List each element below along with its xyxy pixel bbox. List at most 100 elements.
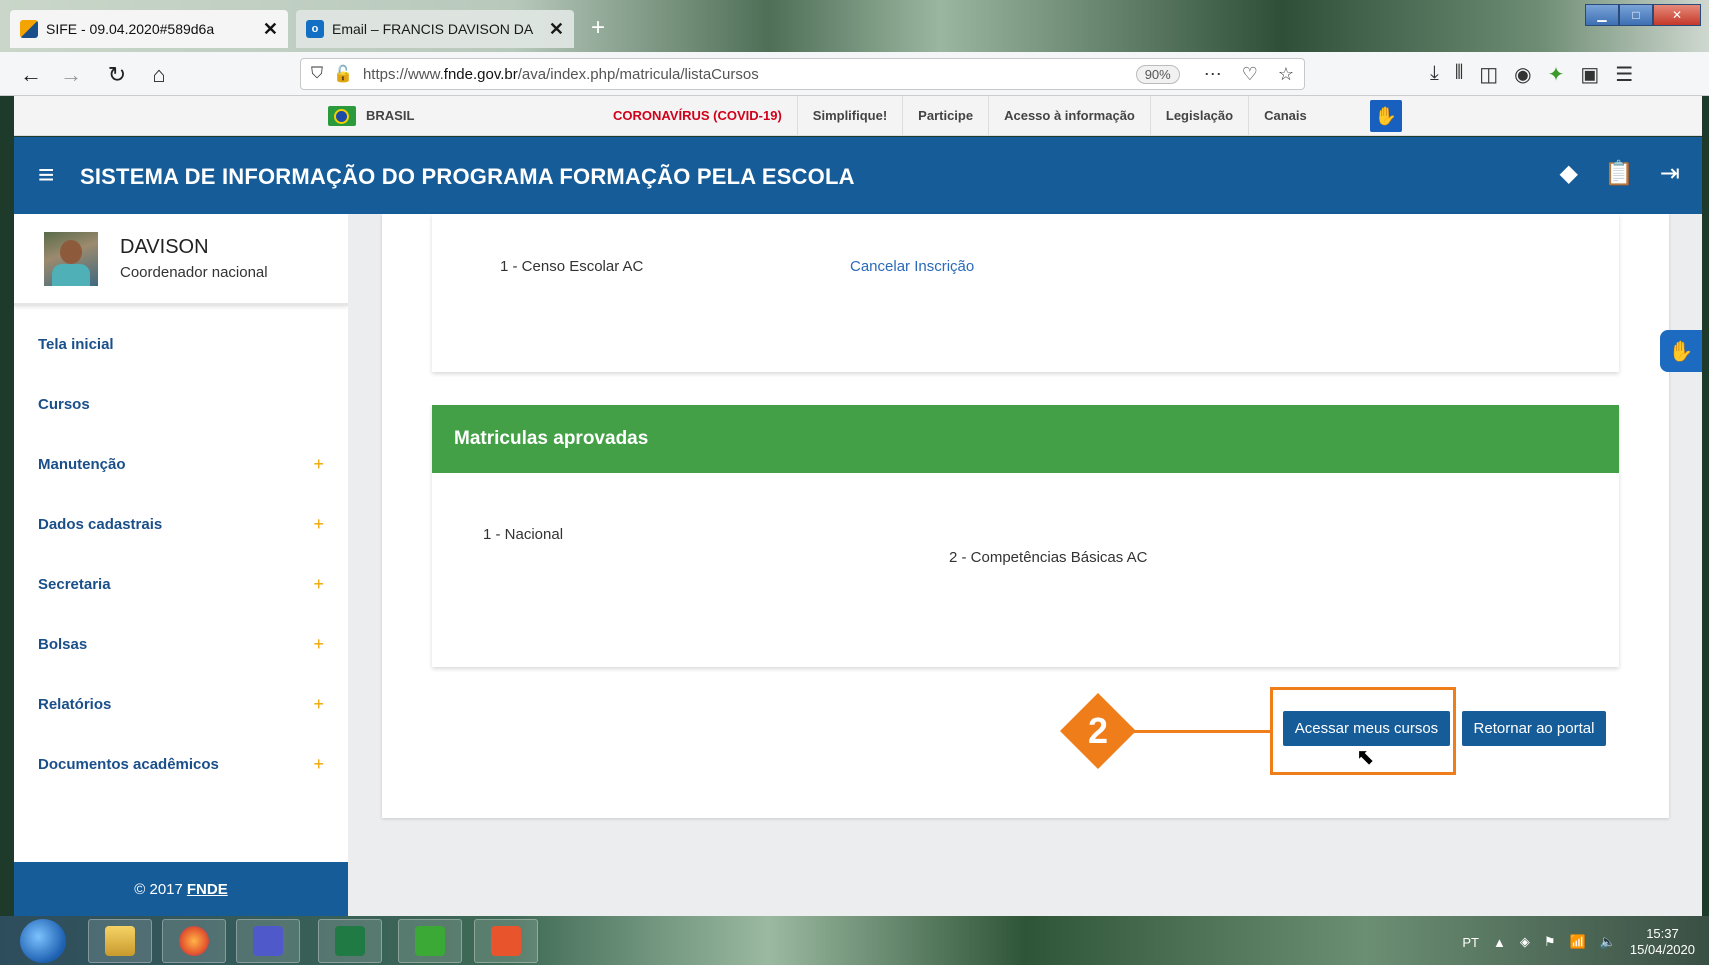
teams-icon[interactable]: [236, 919, 300, 963]
hamburger-menu-icon[interactable]: ☰: [1615, 62, 1633, 87]
sidebar: DAVISON Coordenador nacional Tela inicia…: [14, 214, 348, 916]
gov-link-legislacao[interactable]: Legislação: [1149, 96, 1248, 136]
sidebar-item-relatorios[interactable]: Relatórios +: [14, 674, 348, 734]
gov-link-canais[interactable]: Canais: [1248, 96, 1322, 136]
gift-icon[interactable]: ▣: [1580, 62, 1599, 87]
sife-favicon-icon: [20, 20, 38, 38]
shield-icon[interactable]: ⛉: [311, 65, 323, 83]
gov-link-participe[interactable]: Participe: [902, 96, 988, 136]
maximize-icon[interactable]: □: [1619, 4, 1653, 26]
sidebar-item-label: Cursos: [38, 395, 90, 413]
page-actions-icon[interactable]: ⋯: [1204, 64, 1222, 85]
user-profile: DAVISON Coordenador nacional: [14, 214, 348, 306]
network-icon[interactable]: 📶: [1570, 934, 1586, 950]
expand-plus-icon[interactable]: +: [313, 694, 324, 715]
expand-plus-icon[interactable]: +: [313, 454, 324, 475]
tab-email[interactable]: o Email – FRANCIS DAVISON DA ✕: [296, 10, 574, 48]
reload-icon[interactable]: ↻: [102, 60, 132, 90]
browser-toolbar: ← → ↻ ⌂ ⛉ 🔓 https://www.fnde.gov.br/ava/…: [0, 52, 1709, 96]
clock[interactable]: 15:37 15/04/2020: [1630, 926, 1695, 958]
step-marker: 2: [1060, 693, 1136, 769]
sidebar-item-label: Secretaria: [38, 575, 111, 593]
sidebar-item-label: Relatórios: [38, 695, 112, 713]
pocket-icon[interactable]: ♡: [1242, 64, 1258, 85]
sidebar-item-tela-inicial[interactable]: Tela inicial: [14, 314, 348, 374]
camtasia-green-icon[interactable]: [398, 919, 462, 963]
sidebar-item-label: Documentos acadêmicos: [38, 755, 219, 773]
extension-icon[interactable]: ✦: [1548, 62, 1565, 87]
sidebar-item-bolsas[interactable]: Bolsas +: [14, 614, 348, 674]
logout-icon[interactable]: ⇥: [1660, 159, 1680, 188]
copyright-text: © 2017: [134, 880, 183, 898]
close-tab-icon[interactable]: ✕: [263, 19, 278, 40]
expand-plus-icon[interactable]: +: [313, 514, 324, 535]
language-indicator[interactable]: PT: [1462, 935, 1479, 950]
user-name: DAVISON: [120, 236, 209, 258]
menu-toggle-icon[interactable]: ≡: [38, 159, 54, 191]
gov-link-simplifique[interactable]: Simplifique!: [796, 96, 902, 136]
url-text: https://www.fnde.gov.br/ava/index.php/ma…: [362, 65, 759, 83]
sidebar-nav: Tela inicial Cursos Manutenção + Dados ca…: [14, 306, 348, 794]
clipboard-icon[interactable]: 📋: [1604, 159, 1634, 188]
explorer-icon[interactable]: [88, 919, 152, 963]
address-bar[interactable]: ⛉ 🔓 https://www.fnde.gov.br/ava/index.ph…: [300, 58, 1305, 90]
tray-app-icon[interactable]: ◈: [1520, 934, 1530, 950]
os-taskbar: PT ▲ ◈ ⚑ 📶 🔈 15:37 15/04/2020: [0, 916, 1709, 965]
sidebar-item-cursos[interactable]: Cursos: [14, 374, 348, 434]
step-number: 2: [1088, 710, 1108, 751]
fnde-link[interactable]: FNDE: [187, 881, 228, 898]
camtasia-orange-icon[interactable]: [474, 919, 538, 963]
sidebar-footer: © 2017 FNDE: [14, 862, 348, 916]
tab-sife[interactable]: SIFE - 09.04.2020#589d6a ✕: [10, 10, 288, 48]
expand-plus-icon[interactable]: +: [313, 754, 324, 775]
outlook-favicon-icon: o: [306, 20, 324, 38]
return-portal-button[interactable]: Retornar ao portal: [1462, 711, 1606, 746]
sign-language-icon[interactable]: ✋: [1370, 100, 1402, 132]
minimize-icon[interactable]: ▁: [1585, 4, 1619, 26]
zoom-level[interactable]: 90%: [1135, 64, 1180, 84]
volume-icon[interactable]: 🔈: [1600, 934, 1616, 950]
downloads-icon[interactable]: ⤓: [1430, 62, 1439, 87]
home-icon[interactable]: ⌂: [144, 60, 174, 90]
library-icon[interactable]: ⫴: [1455, 62, 1463, 87]
sidebar-item-secretaria[interactable]: Secretaria +: [14, 554, 348, 614]
firefox-icon[interactable]: [162, 919, 226, 963]
tab-label: Email – FRANCIS DAVISON DA: [332, 21, 534, 37]
app-header: ≡ SISTEMA DE INFORMAÇÃO DO PROGRAMA FORM…: [14, 137, 1702, 214]
gov-link-covid[interactable]: CORONAVÍRUS (COVID-19): [598, 96, 797, 136]
lock-warning-icon[interactable]: 🔓: [333, 64, 353, 84]
close-window-icon[interactable]: ✕: [1653, 4, 1701, 26]
start-button-icon[interactable]: [20, 919, 66, 963]
sidebar-item-manutencao[interactable]: Manutenção +: [14, 434, 348, 494]
gov-link-acesso[interactable]: Acesso à informação: [988, 96, 1150, 136]
expand-plus-icon[interactable]: +: [313, 634, 324, 655]
clock-time: 15:37: [1646, 926, 1679, 941]
flag-icon[interactable]: ⚑: [1544, 934, 1556, 950]
cancel-enrollment-link[interactable]: Cancelar Inscrição: [850, 258, 974, 275]
avatar: [44, 232, 98, 286]
account-icon[interactable]: ◉: [1514, 62, 1531, 87]
layers-icon[interactable]: ◆: [1560, 159, 1578, 188]
system-tray: PT ▲ ◈ ⚑ 📶 🔈 15:37 15/04/2020: [1462, 926, 1695, 958]
tray-arrow-icon[interactable]: ▲: [1493, 935, 1506, 950]
gov-bar: BRASIL CORONAVÍRUS (COVID-19) Simplifiqu…: [14, 96, 1702, 136]
new-tab-button[interactable]: +: [584, 14, 612, 42]
browser-titlebar: SIFE - 09.04.2020#589d6a ✕ o Email – FRA…: [0, 0, 1709, 52]
vlibras-icon[interactable]: ✋: [1660, 330, 1702, 372]
expand-plus-icon[interactable]: +: [313, 574, 324, 595]
mouse-cursor-icon: ⬉: [1356, 744, 1375, 769]
bookmark-star-icon[interactable]: ☆: [1278, 64, 1294, 85]
brasil-link[interactable]: BRASIL: [366, 108, 414, 123]
back-icon[interactable]: ←: [16, 60, 46, 90]
close-tab-icon[interactable]: ✕: [549, 19, 564, 40]
page-title: SISTEMA DE INFORMAÇÃO DO PROGRAMA FORMAÇ…: [80, 164, 855, 189]
sidebar-icon[interactable]: ◫: [1479, 62, 1498, 87]
sidebar-item-dados-cadastrais[interactable]: Dados cadastrais +: [14, 494, 348, 554]
excel-icon[interactable]: [318, 919, 382, 963]
forward-icon[interactable]: →: [56, 60, 86, 90]
sidebar-item-documentos-academicos[interactable]: Documentos acadêmicos +: [14, 734, 348, 794]
user-role: Coordenador nacional: [120, 264, 268, 281]
window-controls: ▁ □ ✕: [1585, 4, 1701, 26]
clock-date: 15/04/2020: [1629, 942, 1695, 957]
sidebar-item-label: Dados cadastrais: [38, 515, 163, 533]
